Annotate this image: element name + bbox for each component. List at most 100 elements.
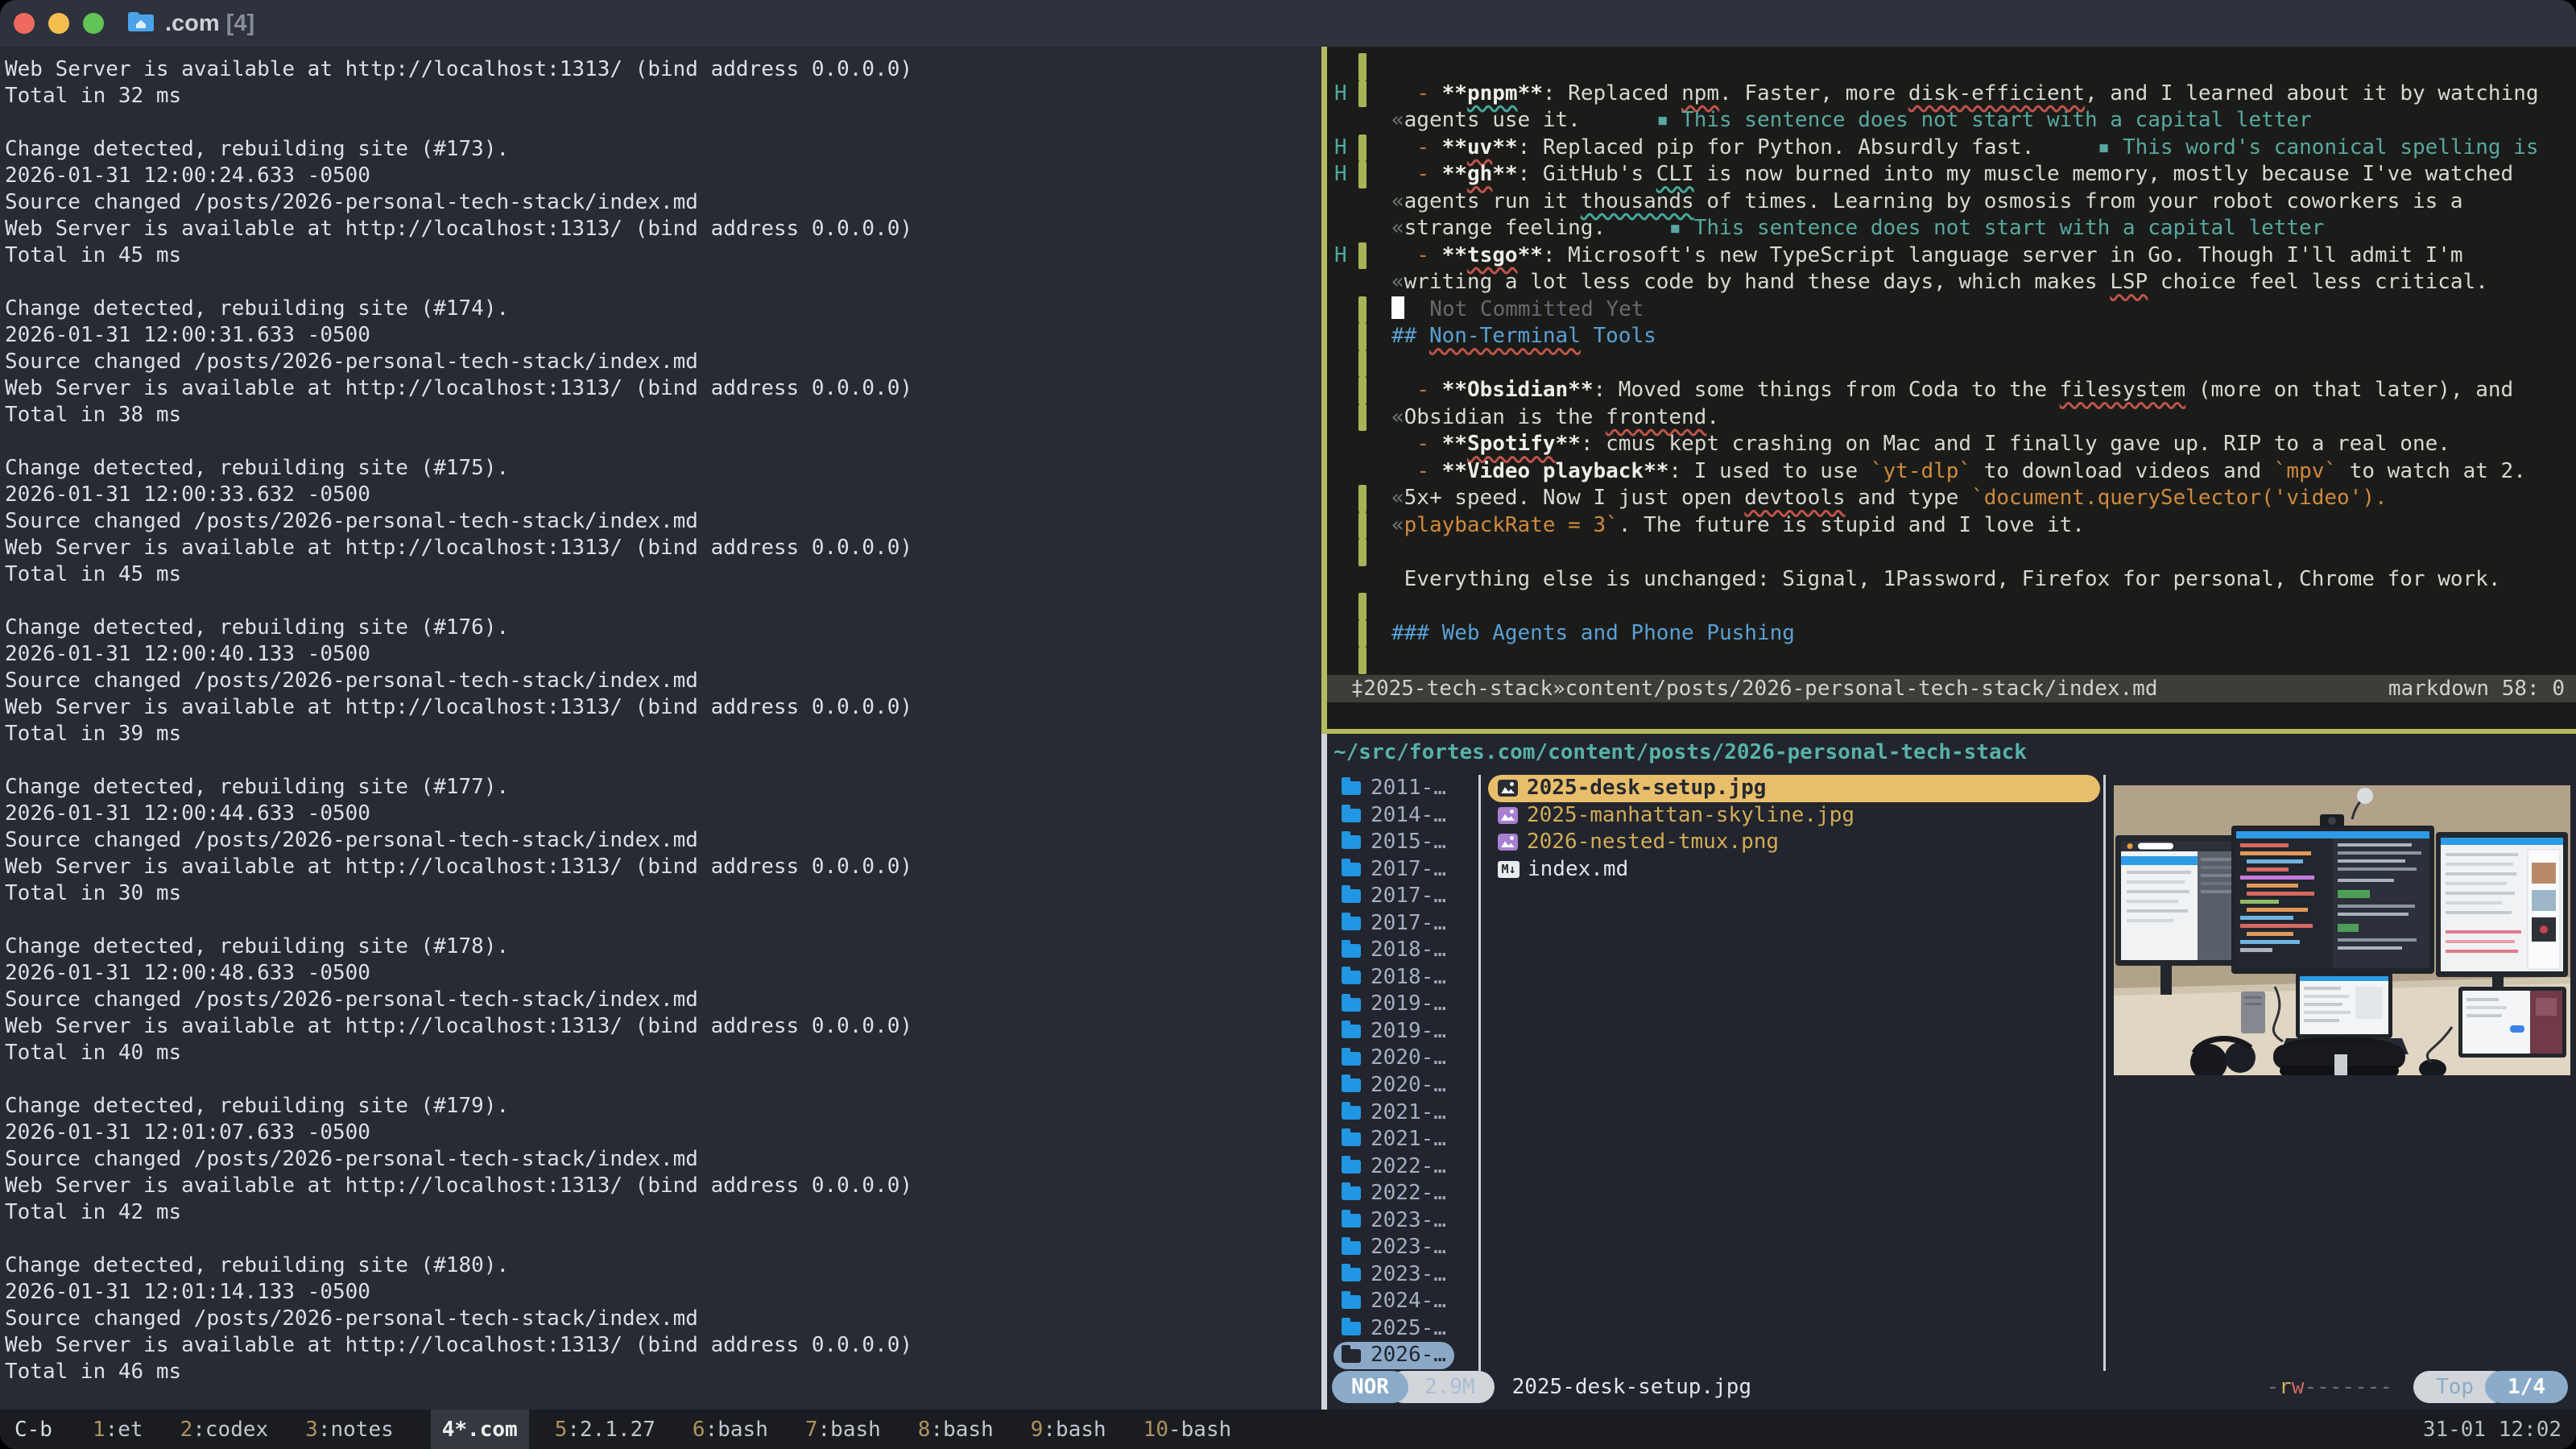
tmux-window-tab[interactable]: 3:notes xyxy=(305,1410,394,1449)
hugo-server-log-pane[interactable]: Web Server is available at http://localh… xyxy=(0,47,1321,1410)
tmux-window-tab[interactable]: 5:2.1.27 xyxy=(555,1410,655,1449)
folder-icon xyxy=(1342,1268,1361,1281)
folder-icon xyxy=(1342,971,1361,984)
minimize-button[interactable] xyxy=(48,13,69,34)
parent-directory-item[interactable]: 2014-… xyxy=(1333,802,1472,830)
parent-directory-item[interactable]: 2023-… xyxy=(1333,1261,1472,1289)
editor-line[interactable]: ## Non-Terminal Tools xyxy=(1327,323,2576,350)
tmux-window-tab[interactable]: 1:et xyxy=(93,1410,143,1449)
tmux-pane-border-active[interactable] xyxy=(1321,47,1327,729)
editor-line-text: Everything else is unchanged: Signal, 1P… xyxy=(1391,566,2501,594)
editor-line[interactable] xyxy=(1327,350,2576,378)
code-segment: frontend xyxy=(1606,405,1706,429)
editor-line[interactable]: H - **tsgo**: Microsoft's new TypeScript… xyxy=(1327,242,2576,270)
diagnostic-hint-gutter: H xyxy=(1327,135,1358,162)
editor-line[interactable] xyxy=(1327,593,2576,620)
diagnostic-hint-gutter: H xyxy=(1327,81,1358,108)
editor-line-text: «agents run it thousands of times. Learn… xyxy=(1391,188,2463,216)
editor-line[interactable]: H - **pnpm**: Replaced npm. Faster, more… xyxy=(1327,81,2576,108)
tmux-window-name: :codex xyxy=(192,1418,268,1442)
code-segment: « xyxy=(1391,216,1404,240)
editor-line[interactable]: «agents run it thousands of times. Learn… xyxy=(1327,188,2576,216)
code-segment xyxy=(2034,135,2097,159)
parent-directory-item[interactable]: 2025-… xyxy=(1333,1315,1472,1343)
tmux-window-tab[interactable]: 9:bash xyxy=(1031,1410,1106,1449)
editor-line[interactable]: - **Video playback**: I used to use `yt-… xyxy=(1327,458,2576,486)
editor-line[interactable] xyxy=(1327,53,2576,81)
editor-line[interactable]: - **Obsidian**: Moved some things from C… xyxy=(1327,377,2576,404)
editor-line[interactable]: ### Web Agents and Phone Pushing xyxy=(1327,620,2576,648)
helix-editor-pane[interactable]: H - **pnpm**: Replaced npm. Faster, more… xyxy=(1327,47,2576,729)
parent-directory-label: 2023-… xyxy=(1333,1234,1454,1261)
folder-icon xyxy=(1342,1132,1361,1146)
editor-line[interactable] xyxy=(1327,539,2576,566)
yazi-file-manager-pane[interactable]: ~/src/fortes.com/content/posts/2026-pers… xyxy=(1327,734,2576,1410)
tmux-window-tab-active[interactable]: 4*.com xyxy=(431,1410,529,1449)
editor-line[interactable]: Everything else is unchanged: Signal, 1P… xyxy=(1327,566,2576,594)
code-segment xyxy=(1391,378,1416,402)
editor-line[interactable]: - **Spotify**: cmus kept crashing on Mac… xyxy=(1327,431,2576,458)
diagnostic-hint-gutter xyxy=(1327,215,1358,242)
file-list-item[interactable]: 2025-desk-setup.jpg xyxy=(1488,775,2100,802)
parent-directory-item[interactable]: 2021-… xyxy=(1333,1099,1472,1127)
parent-directory-item[interactable]: 2023-… xyxy=(1333,1234,1472,1261)
code-segment: : Moved some things from Coda to the xyxy=(1593,378,2059,402)
diagnostic-hint-gutter xyxy=(1327,296,1358,324)
code-segment: LSP xyxy=(2110,270,2148,294)
clock: 31-01 12:02 xyxy=(2423,1418,2562,1442)
file-list-item[interactable]: 2025-manhattan-skyline.jpg xyxy=(1488,802,2100,830)
file-list-item[interactable]: 2026-nested-tmux.png xyxy=(1488,829,2100,856)
code-segment: - xyxy=(1416,135,1441,159)
editor-line[interactable]: H - **gh**: GitHub's CLI is now burned i… xyxy=(1327,161,2576,188)
parent-directory-item[interactable]: 2017-… xyxy=(1333,910,1472,938)
code-segment: - xyxy=(1416,378,1441,402)
log-line: Source changed /posts/2026-personal-tech… xyxy=(5,668,1321,694)
parent-directory-item[interactable]: 2019-… xyxy=(1333,991,1472,1018)
parent-directory-item[interactable]: 2020-… xyxy=(1333,1072,1472,1099)
tmux-window-tab[interactable]: 7:bash xyxy=(805,1410,881,1449)
tmux-window-tab[interactable]: 2:codex xyxy=(180,1410,269,1449)
editor-line[interactable]: «playbackRate = 3`. The future is stupid… xyxy=(1327,512,2576,540)
parent-directory-item[interactable]: 2024-… xyxy=(1333,1288,1472,1315)
parent-directory-item[interactable]: 2026-… xyxy=(1333,1342,1472,1369)
file-name: 2025-manhattan-skyline.jpg xyxy=(1527,802,1854,830)
close-button[interactable] xyxy=(14,13,35,34)
parent-directory-item[interactable]: 2023-… xyxy=(1333,1207,1472,1235)
tmux-window-tab[interactable]: 8:bash xyxy=(918,1410,994,1449)
parent-directory-item[interactable]: 2022-… xyxy=(1333,1153,1472,1181)
editor-line[interactable]: H - **uv**: Replaced pip for Python. Abs… xyxy=(1327,135,2576,162)
editor-line[interactable]: Not Committed Yet xyxy=(1327,296,2576,324)
parent-directory-label: 2017-… xyxy=(1333,883,1454,910)
tmux-window-tab[interactable]: 10-bash xyxy=(1143,1410,1232,1449)
inline-diagnostic-text: Tools xyxy=(1581,324,1656,348)
file-list-item[interactable]: M↓index.md xyxy=(1488,856,2100,884)
editor-line[interactable]: «agents use it. ▪ This sentence does not… xyxy=(1327,107,2576,135)
log-line xyxy=(5,428,1321,455)
tmux-pane-border[interactable] xyxy=(1321,733,1327,1410)
fullscreen-button[interactable] xyxy=(83,13,104,34)
log-line: Change detected, rebuilding site (#179). xyxy=(5,1093,1321,1120)
diagnostic-hint-gutter xyxy=(1327,593,1358,620)
parent-directory-item[interactable]: 2018-… xyxy=(1333,964,1472,992)
log-line: Web Server is available at http://localh… xyxy=(5,1013,1321,1040)
parent-directory-item[interactable]: 2011-… xyxy=(1333,775,1472,802)
parent-directory-item[interactable]: 2022-… xyxy=(1333,1180,1472,1207)
parent-directory-item[interactable]: 2017-… xyxy=(1333,883,1472,910)
tmux-window-tab[interactable]: 6:bash xyxy=(693,1410,768,1449)
parent-directory-item[interactable]: 2021-… xyxy=(1333,1126,1472,1153)
parent-directory-item[interactable]: 2015-… xyxy=(1333,829,1472,856)
parent-directory-item[interactable]: 2018-… xyxy=(1333,937,1472,964)
folder-icon xyxy=(1342,1186,1361,1200)
parent-directory-item[interactable]: 2020-… xyxy=(1333,1045,1472,1072)
editor-line[interactable]: «Obsidian is the frontend. xyxy=(1327,404,2576,432)
parent-directory-item[interactable]: 2019-… xyxy=(1333,1018,1472,1045)
log-line: Total in 40 ms xyxy=(5,1040,1321,1066)
parent-directory-item[interactable]: 2017-… xyxy=(1333,856,1472,884)
editor-line[interactable] xyxy=(1327,647,2576,674)
log-line xyxy=(5,588,1321,615)
statusline-file-path: ‡2025-tech-stack»content/posts/2026-pers… xyxy=(1338,675,2157,702)
code-segment: Obsidian is the xyxy=(1404,405,1606,429)
editor-line[interactable]: «strange feeling. ▪ This sentence does n… xyxy=(1327,215,2576,242)
editor-line[interactable]: «5x+ speed. Now I just open devtools and… xyxy=(1327,485,2576,512)
editor-line[interactable]: «writing a lot less code by hand these d… xyxy=(1327,269,2576,296)
